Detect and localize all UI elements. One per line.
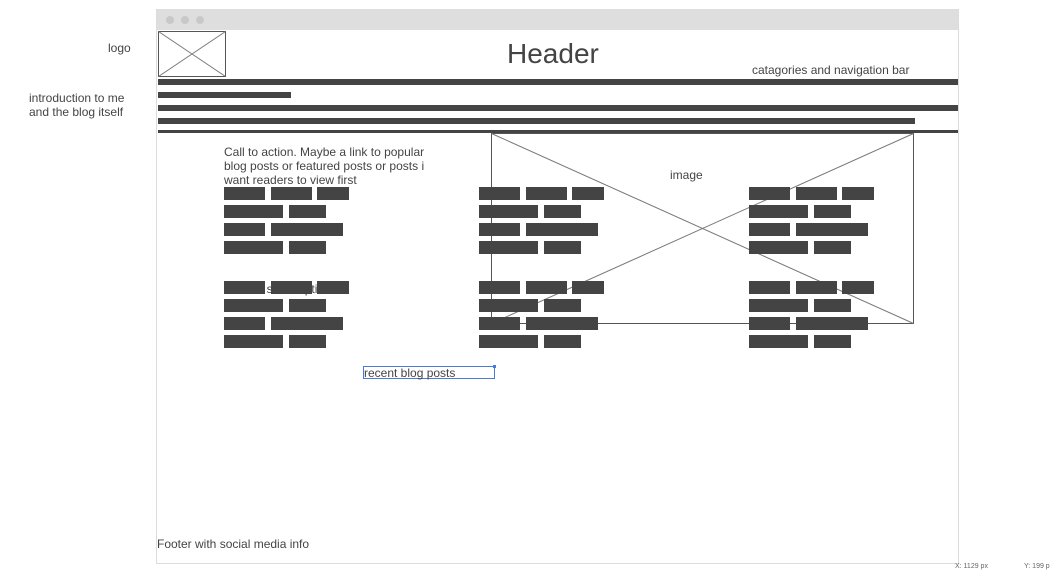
post-placeholder-block <box>289 299 326 312</box>
post-placeholder-block <box>749 187 790 200</box>
post-placeholder-block <box>842 281 874 294</box>
post-placeholder-block <box>224 205 283 218</box>
post-placeholder-block <box>479 187 520 200</box>
post-placeholder-block <box>796 223 868 236</box>
post-placeholder-block <box>224 299 283 312</box>
post-placeholder-block <box>224 317 265 330</box>
post-placeholder-block <box>544 299 581 312</box>
cta-text-line-1: Call to action. Maybe a link to popular <box>224 145 425 159</box>
post-placeholder-block <box>526 187 567 200</box>
post-placeholder-block <box>749 317 790 330</box>
intro-text-line <box>158 105 958 111</box>
post-placeholder-block <box>544 205 581 218</box>
post-placeholder-block <box>479 335 538 348</box>
post-placeholder-block <box>479 281 520 294</box>
x-coordinate-readout: X: 1129 px <box>955 563 988 570</box>
post-placeholder-block <box>749 205 808 218</box>
post-placeholder-block <box>749 241 808 254</box>
intro-annotation-line-2: and the blog itself <box>29 105 124 119</box>
post-placeholder-block <box>796 187 837 200</box>
post-placeholder-block <box>224 335 283 348</box>
post-placeholder-block <box>224 223 265 236</box>
post-placeholder-block <box>317 187 349 200</box>
resize-handle-icon[interactable] <box>493 365 496 368</box>
post-placeholder-block <box>224 241 283 254</box>
post-placeholder-block <box>814 205 851 218</box>
post-placeholder-block <box>842 187 874 200</box>
post-placeholder-block <box>749 281 790 294</box>
post-placeholder-block <box>479 241 538 254</box>
post-placeholder-block <box>572 187 604 200</box>
post-placeholder-block <box>289 241 326 254</box>
intro-text-line <box>158 79 958 85</box>
post-placeholder-block <box>749 299 808 312</box>
post-placeholder-block <box>317 281 349 294</box>
logo-annotation: logo <box>108 41 131 55</box>
header-title: Header <box>507 38 599 69</box>
post-placeholder-block <box>749 335 808 348</box>
window-titlebar <box>157 10 958 30</box>
footer-text: Footer with social media info <box>157 537 310 551</box>
post-placeholder-block <box>289 205 326 218</box>
post-placeholder-block <box>271 223 343 236</box>
post-placeholder-block <box>814 299 851 312</box>
window-dot-icon <box>166 16 174 24</box>
image-label: image <box>670 168 703 182</box>
intro-annotation-line-1: introduction to me <box>29 91 125 105</box>
post-placeholder-block <box>479 223 520 236</box>
intro-text-line <box>158 92 291 98</box>
navigation-bar-label: catagories and navigation bar <box>752 63 910 77</box>
post-placeholder-block <box>271 187 312 200</box>
post-placeholder-block <box>479 299 538 312</box>
post-placeholder-block <box>796 317 868 330</box>
post-placeholder-block <box>814 335 851 348</box>
post-placeholder-block <box>544 335 581 348</box>
post-placeholder-block <box>526 223 598 236</box>
post-placeholder-block <box>572 281 604 294</box>
post-placeholder-block <box>526 281 567 294</box>
post-placeholder-block <box>479 205 538 218</box>
post-placeholder-block <box>224 281 265 294</box>
post-placeholder-block <box>289 335 326 348</box>
post-placeholder-block <box>796 281 837 294</box>
post-placeholder-block <box>526 317 598 330</box>
post-placeholder-block <box>271 317 343 330</box>
window-dot-icon <box>181 16 189 24</box>
post-placeholder-block <box>479 317 520 330</box>
recent-posts-label-box[interactable]: recent blog posts <box>363 365 496 380</box>
window-dot-icon <box>196 16 204 24</box>
cta-text-line-2: blog posts or featured posts or posts i <box>224 159 425 173</box>
logo-placeholder-icon <box>158 31 226 77</box>
post-placeholder-block <box>271 281 312 294</box>
y-coordinate-readout: Y: 199 p <box>1024 563 1050 570</box>
post-placeholder-block <box>749 223 790 236</box>
post-placeholder-block <box>814 241 851 254</box>
recent-posts-label: recent blog posts <box>364 366 456 380</box>
post-placeholder-block <box>544 241 581 254</box>
wireframe-frame: Header catagories and navigation bar Cal… <box>156 9 959 564</box>
intro-text-line <box>158 118 915 124</box>
cta-text-line-3: want readers to view first <box>224 173 357 187</box>
post-placeholder-block <box>224 187 265 200</box>
